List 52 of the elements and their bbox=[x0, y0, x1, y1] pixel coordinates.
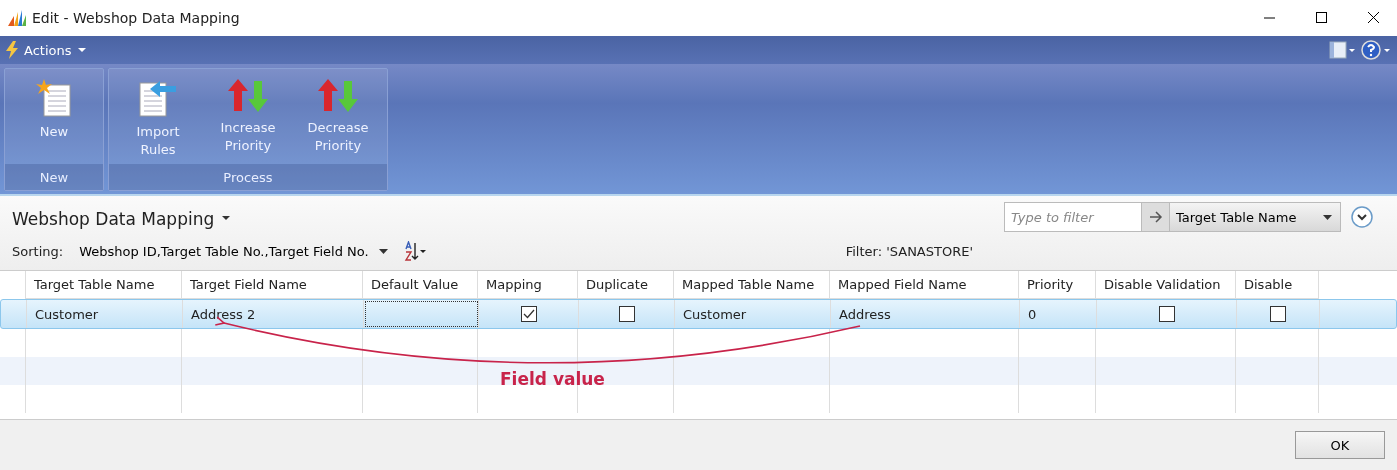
caret-icon bbox=[77, 47, 86, 53]
new-document-icon bbox=[36, 79, 72, 117]
apply-filter-button[interactable] bbox=[1142, 203, 1170, 231]
caret-icon bbox=[378, 248, 388, 254]
group-label: Process bbox=[109, 164, 387, 190]
filter-column-dropdown[interactable]: Target Table Name bbox=[1170, 203, 1340, 231]
sorting-dropdown[interactable]: Webshop ID,Target Table No.,Target Field No. bbox=[79, 243, 388, 259]
window-title: Edit - Webshop Data Mapping bbox=[32, 10, 241, 26]
group-label: New bbox=[5, 164, 103, 190]
table-cell: Address bbox=[831, 300, 1020, 328]
help-icon[interactable] bbox=[1361, 40, 1391, 60]
column-header[interactable]: Default Value bbox=[363, 271, 478, 299]
focused-cell[interactable] bbox=[364, 300, 479, 328]
lightning-icon bbox=[6, 41, 18, 59]
table-cell: 0 bbox=[1020, 300, 1097, 328]
sorting-label: Sorting: bbox=[12, 243, 64, 259]
close-icon[interactable] bbox=[1368, 12, 1380, 24]
column-header[interactable]: Mapping bbox=[478, 271, 578, 299]
column-header[interactable]: Mapped Table Name bbox=[674, 271, 830, 299]
table-cell: Address 2 bbox=[183, 300, 364, 328]
column-header[interactable]: Disable Validation bbox=[1096, 271, 1236, 299]
column-header[interactable]: Disable bbox=[1236, 271, 1319, 299]
column-header[interactable]: Mapped Field Name bbox=[830, 271, 1019, 299]
sort-order-icon[interactable] bbox=[403, 241, 426, 261]
checkbox[interactable] bbox=[618, 306, 635, 322]
table-cell: Customer bbox=[675, 300, 831, 328]
column-header[interactable]: Priority bbox=[1019, 271, 1096, 299]
minimize-icon[interactable] bbox=[1264, 17, 1276, 19]
caret-icon[interactable] bbox=[222, 216, 231, 222]
import-document-icon bbox=[138, 79, 178, 117]
column-header[interactable]: Target Table Name bbox=[26, 271, 182, 299]
actions-menu[interactable]: Actions bbox=[24, 42, 86, 58]
app-logo-icon bbox=[8, 10, 26, 26]
expand-icon[interactable] bbox=[1351, 206, 1373, 228]
arrow-right-icon bbox=[1148, 211, 1163, 223]
column-header[interactable]: Target Field Name bbox=[182, 271, 363, 299]
layout-icon[interactable] bbox=[1329, 41, 1355, 59]
table-cell: Customer bbox=[27, 300, 183, 328]
annotation-label: Field value bbox=[500, 369, 605, 389]
checkbox[interactable] bbox=[520, 306, 537, 322]
caret-icon bbox=[1323, 214, 1332, 220]
table-row[interactable]: Customer Address 2 Customer Address 0 bbox=[0, 299, 1397, 329]
up-down-arrows-icon bbox=[228, 79, 268, 113]
list-title: Webshop Data Mapping bbox=[12, 209, 215, 229]
filter-field[interactable]: Type to filter bbox=[1005, 203, 1142, 231]
column-header[interactable]: Duplicate bbox=[578, 271, 674, 299]
filter-text: Filter: 'SANASTORE' bbox=[845, 243, 973, 259]
ok-button[interactable]: OK bbox=[1295, 431, 1385, 459]
checkbox[interactable] bbox=[1158, 306, 1175, 322]
up-down-arrows-icon bbox=[318, 79, 358, 113]
checkbox[interactable] bbox=[1270, 306, 1286, 322]
maximize-icon[interactable] bbox=[1316, 12, 1328, 24]
